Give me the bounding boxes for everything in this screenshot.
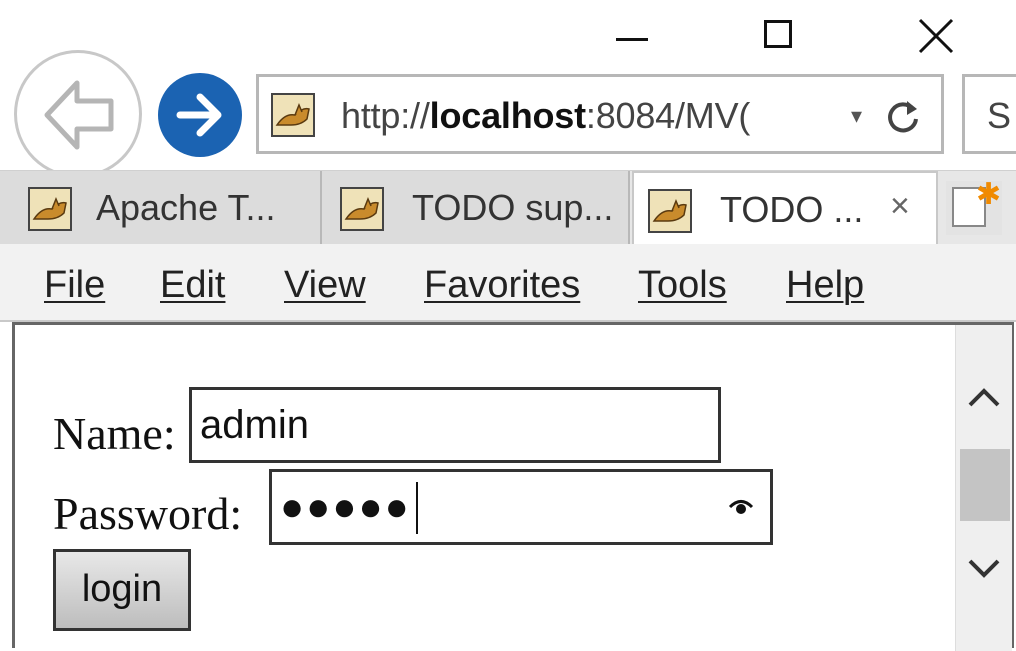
name-label: Name: [53, 408, 176, 459]
search-placeholder: S [987, 95, 1012, 136]
login-button[interactable]: login [53, 549, 191, 631]
tomcat-favicon-icon [28, 187, 72, 231]
tomcat-favicon-icon [340, 187, 384, 231]
refresh-icon [888, 101, 918, 133]
vertical-scrollbar[interactable] [955, 325, 1012, 651]
new-tab-button[interactable]: ✱ [946, 178, 1002, 235]
tab-todo-active[interactable]: TODO ... × [632, 171, 938, 245]
menu-edit[interactable]: Edit [160, 264, 225, 307]
menu-bar: File Edit View Favorites Tools Help [0, 244, 1016, 322]
navigation-bar: http://localhost:8084/MV( ▾ S [0, 50, 1016, 178]
address-bar[interactable]: http://localhost:8084/MV( ▾ [256, 74, 944, 154]
scroll-up-icon[interactable] [968, 385, 1000, 409]
tab-apache[interactable]: Apache T... [0, 171, 322, 245]
name-value: admin [200, 403, 309, 447]
tab-todo-sup[interactable]: TODO sup... [322, 171, 630, 245]
menu-help[interactable]: Help [786, 264, 864, 307]
menu-file[interactable]: File [44, 264, 105, 307]
scrollbar-thumb[interactable] [960, 449, 1010, 521]
tomcat-favicon-icon [271, 93, 315, 137]
tab-label: Apache T... [96, 187, 276, 228]
back-arrow-icon [44, 80, 114, 150]
menu-favorites[interactable]: Favorites [424, 264, 580, 307]
menu-view[interactable]: View [284, 264, 366, 307]
title-bar [0, 0, 1016, 70]
minimize-button[interactable] [604, 8, 664, 60]
text-caret [416, 482, 418, 534]
address-url: http://localhost:8084/MV( [341, 95, 751, 136]
forward-arrow-icon [176, 93, 222, 137]
scroll-down-icon[interactable] [968, 557, 1000, 581]
password-label: Password: [53, 488, 243, 539]
password-input[interactable]: ●●●●● [269, 469, 773, 545]
page-content: Name: admin Password: ●●●●● login [12, 322, 1014, 651]
address-dropdown-icon[interactable]: ▾ [851, 103, 862, 129]
name-input[interactable]: admin [189, 387, 721, 463]
tab-label: TODO ... [720, 189, 864, 230]
new-tab-star-icon: ✱ [976, 178, 1002, 211]
search-box[interactable]: S [962, 74, 1016, 154]
maximize-button[interactable] [752, 8, 812, 60]
url-fade [799, 85, 839, 145]
tab-strip: Apache T... TODO sup... TODO ... × ✱ [0, 170, 1016, 245]
tab-close-icon[interactable]: × [890, 187, 910, 226]
reveal-password-eye-icon[interactable] [728, 496, 754, 518]
menu-tools[interactable]: Tools [638, 264, 727, 307]
password-masked-value: ●●●●● [280, 485, 411, 529]
close-window-button[interactable] [906, 8, 966, 60]
tomcat-favicon-icon [648, 189, 692, 233]
forward-button[interactable] [158, 73, 242, 157]
back-button[interactable] [14, 50, 142, 178]
refresh-button[interactable] [883, 97, 923, 142]
close-icon [918, 18, 954, 54]
tab-label: TODO sup... [412, 187, 614, 228]
